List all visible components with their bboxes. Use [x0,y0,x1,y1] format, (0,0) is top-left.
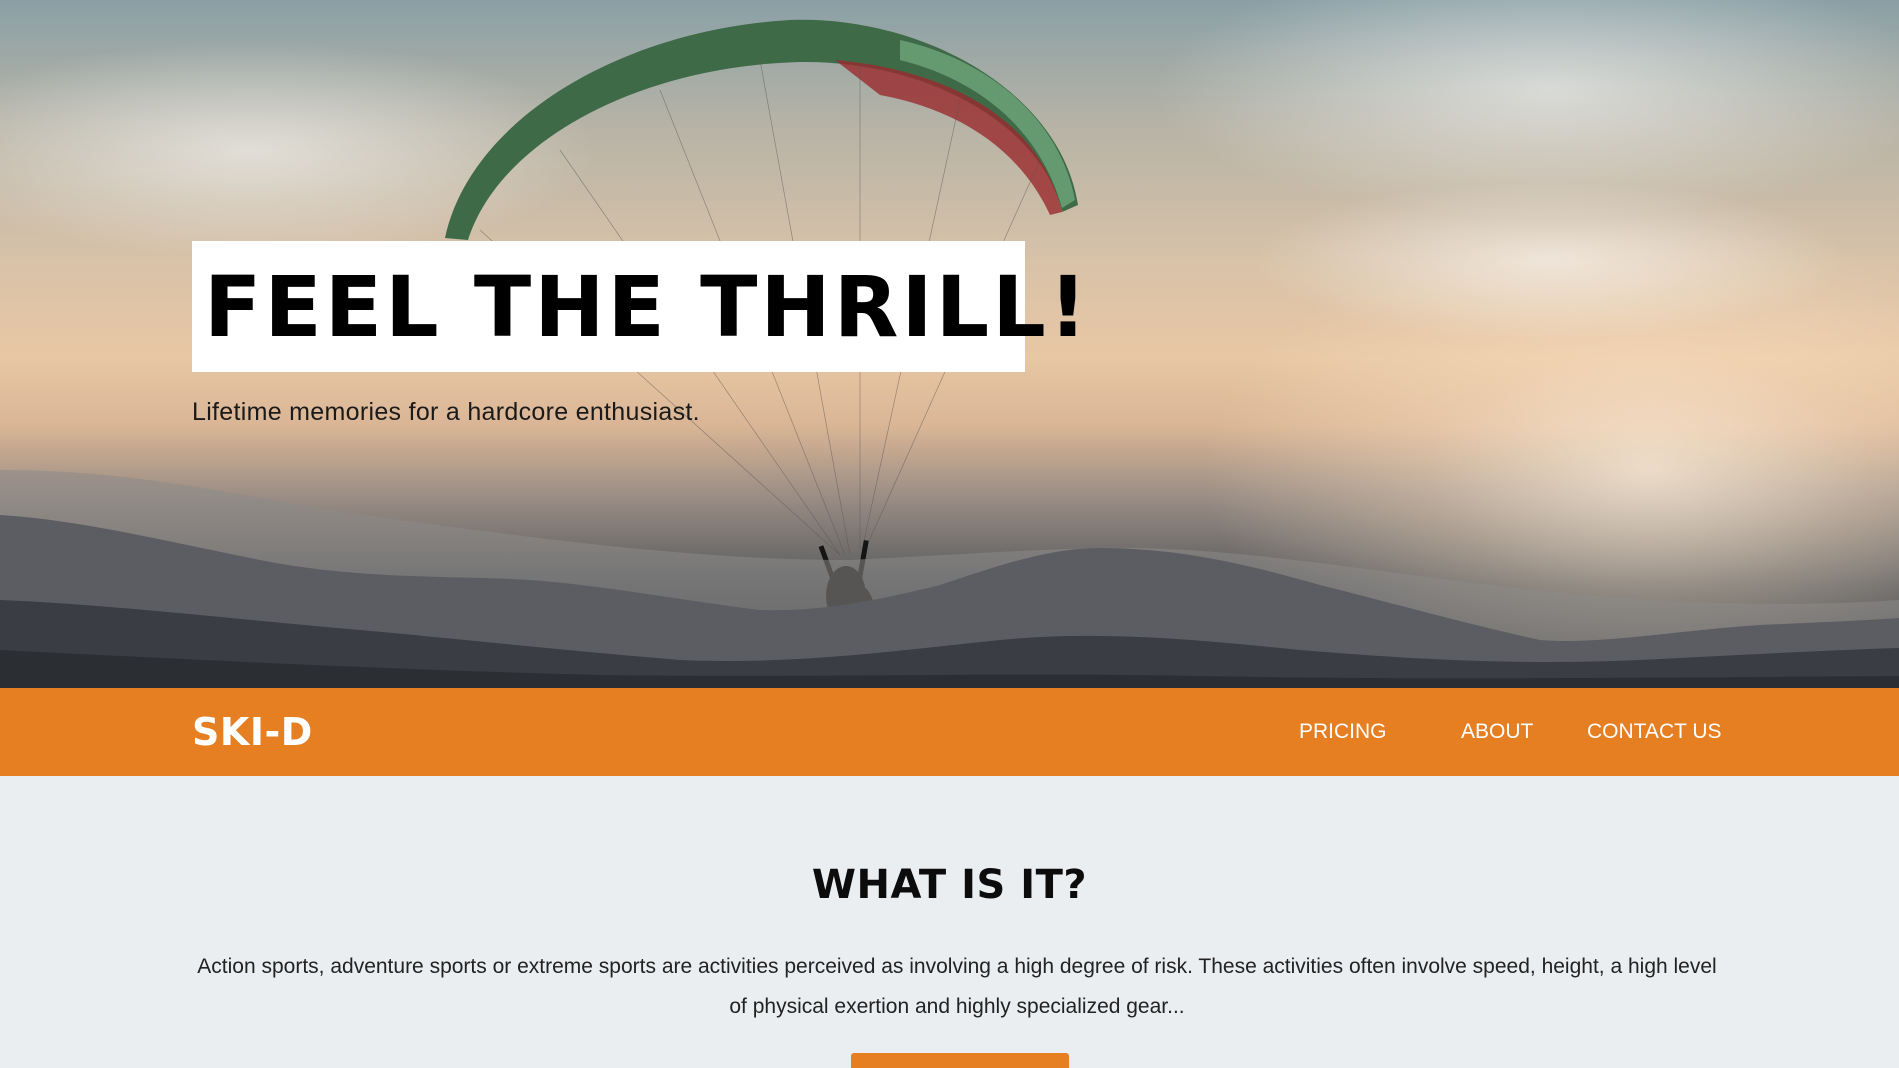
nav-link-pricing[interactable]: PRICING [1299,720,1387,744]
section-description: Action sports, adventure sports or extre… [197,955,1717,1018]
hero-title-box: FEEL THE THRILL! [192,241,1087,372]
nav-link-contact-us[interactable]: CONTACT US [1587,720,1722,744]
brand-logo[interactable]: SKI-D [192,710,313,754]
section-title: WHAT IS IT? [811,862,1088,908]
hero-subtitle: Lifetime memories for a hardcore enthusi… [192,398,700,426]
navbar: SKI-D PRICING ABOUT CONTACT US [0,688,1899,776]
nav-link-about[interactable]: ABOUT [1461,720,1533,744]
hero-section: FEEL THE THRILL! Lifetime memories for a… [0,0,1899,688]
cta-button[interactable] [851,1053,1069,1068]
hero-title: FEEL THE THRILL! [204,257,1091,356]
